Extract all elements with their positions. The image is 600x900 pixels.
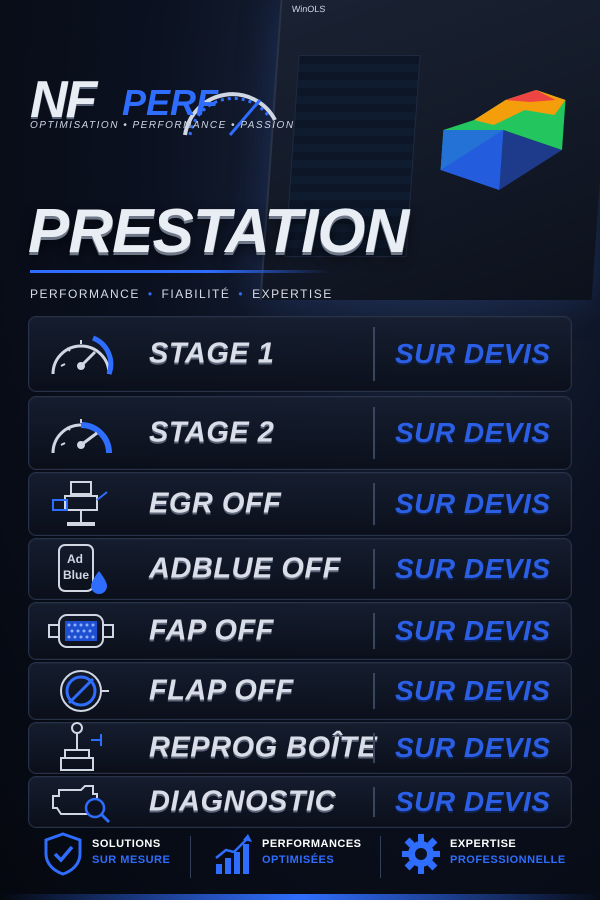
feature-line2: PROFESSIONNELLE bbox=[450, 854, 566, 866]
growth-chart-icon bbox=[215, 834, 252, 874]
subtitle-item-performance: PERFORMANCE bbox=[30, 287, 140, 301]
row-divider bbox=[373, 549, 375, 589]
feature-line1: PERFORMANCES bbox=[262, 838, 362, 850]
flap-valve-icon bbox=[60, 670, 109, 712]
service-name: EGR OFF bbox=[149, 487, 282, 520]
egr-valve-icon bbox=[52, 481, 108, 526]
feature-expertise: EXPERTISE PROFESSIONNELLE bbox=[400, 832, 580, 882]
bullet-dot: • bbox=[147, 287, 154, 301]
title-underline bbox=[30, 270, 330, 273]
adblue-icon-text-ad: Ad bbox=[67, 552, 83, 566]
bullet-dot: • bbox=[238, 287, 245, 301]
laptop-window-title: WinOLS bbox=[291, 4, 326, 14]
gear-icon bbox=[402, 834, 440, 874]
feature-line1: SOLUTIONS bbox=[92, 838, 161, 850]
service-name: ADBLUE OFF bbox=[149, 552, 341, 585]
service-price: SUR DEVIS bbox=[395, 488, 551, 519]
service-name: FLAP OFF bbox=[149, 674, 294, 707]
row-divider bbox=[373, 407, 375, 459]
speedometer-icon bbox=[51, 335, 114, 375]
feature-divider bbox=[380, 836, 381, 878]
adblue-icon: Ad Blue bbox=[58, 544, 107, 594]
brand-tagline: OPTIMISATION • PERFORMANCE • PASSION bbox=[30, 120, 295, 131]
service-name: STAGE 1 bbox=[149, 337, 275, 370]
service-row-fap-off[interactable]: FAP OFF SUR DEVIS bbox=[28, 602, 572, 660]
feature-line2: OPTIMISÉES bbox=[262, 854, 335, 866]
service-price: SUR DEVIS bbox=[395, 615, 551, 646]
service-name: DIAGNOSTIC bbox=[149, 785, 337, 818]
subtitle-item-fiabilite: FIABILITÉ bbox=[161, 287, 231, 301]
feature-line2: SUR MESURE bbox=[92, 854, 171, 866]
feature-performances: PERFORMANCES OPTIMISÉES bbox=[212, 832, 372, 882]
row-divider bbox=[373, 613, 375, 649]
service-name: REPROG BOÎTE bbox=[149, 731, 378, 764]
hero-subtitle: PERFORMANCE • FIABILITÉ • EXPERTISE bbox=[30, 287, 333, 301]
row-divider bbox=[373, 327, 375, 381]
row-divider bbox=[373, 673, 375, 709]
service-price: SUR DEVIS bbox=[395, 338, 551, 369]
feature-bar: SOLUTIONS SUR MESURE PERFORMANCES OPTIMI… bbox=[0, 822, 600, 900]
row-divider bbox=[373, 483, 375, 525]
speedometer-icon bbox=[51, 419, 112, 454]
shield-check-icon bbox=[44, 832, 82, 876]
service-row-diagnostic[interactable]: DIAGNOSTIC SUR DEVIS bbox=[28, 776, 572, 828]
row-divider bbox=[373, 733, 375, 763]
service-row-adblue-off[interactable]: Ad Blue ADBLUE OFF SUR DEVIS bbox=[28, 538, 572, 600]
feature-line1: EXPERTISE bbox=[450, 838, 517, 850]
logo-perf-text: PERF bbox=[122, 82, 219, 123]
feature-divider bbox=[190, 836, 191, 878]
particle-filter-icon bbox=[48, 614, 114, 648]
service-row-stage-2[interactable]: STAGE 2 SUR DEVIS bbox=[28, 396, 572, 470]
service-row-stage-1[interactable]: STAGE 1 SUR DEVIS bbox=[28, 316, 572, 392]
service-row-flap-off[interactable]: FLAP OFF SUR DEVIS bbox=[28, 662, 572, 720]
service-row-egr-off[interactable]: EGR OFF SUR DEVIS bbox=[28, 472, 572, 536]
tuning-map-3d-icon bbox=[440, 90, 566, 190]
subtitle-item-expertise: EXPERTISE bbox=[252, 287, 333, 301]
adblue-icon-text-blue: Blue bbox=[63, 568, 89, 582]
row-divider bbox=[373, 787, 375, 817]
service-price: SUR DEVIS bbox=[395, 417, 551, 448]
service-row-reprog-boite[interactable]: REPROG BOÎTE SUR DEVIS bbox=[28, 722, 572, 774]
service-price: SUR DEVIS bbox=[395, 786, 551, 817]
service-price: SUR DEVIS bbox=[395, 732, 551, 763]
service-price: SUR DEVIS bbox=[395, 553, 551, 584]
feature-solutions: SOLUTIONS SUR MESURE bbox=[42, 832, 192, 882]
gearbox-icon bbox=[60, 722, 102, 771]
service-name: FAP OFF bbox=[149, 614, 274, 647]
service-name: STAGE 2 bbox=[149, 416, 275, 449]
bottom-accent-line bbox=[0, 894, 600, 900]
page-title: PRESTATION bbox=[28, 197, 409, 266]
service-price: SUR DEVIS bbox=[395, 675, 551, 706]
